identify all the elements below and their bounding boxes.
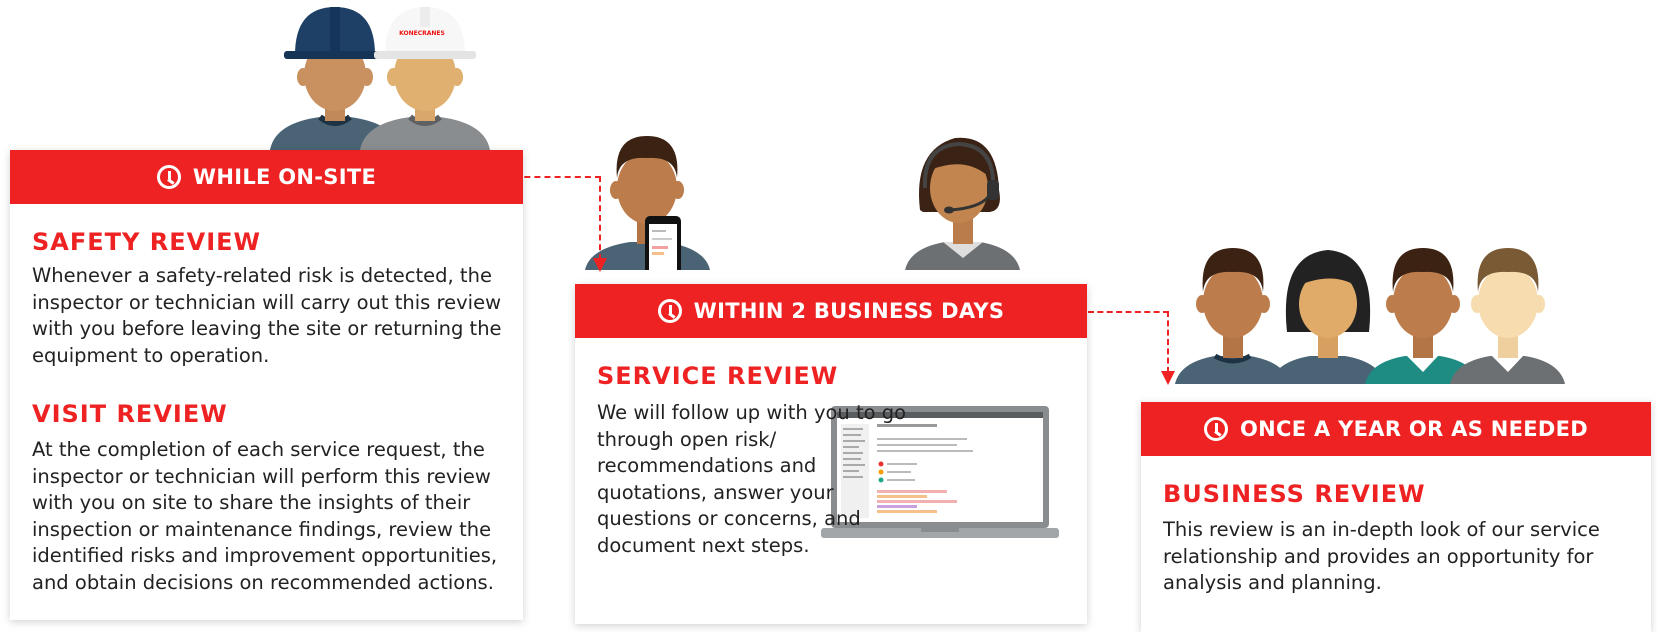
business-review-title: BUSINESS REVIEW bbox=[1163, 480, 1426, 508]
service-review-text: We will follow up with you to go through… bbox=[597, 400, 1077, 559]
clock-icon bbox=[657, 299, 682, 323]
annual-banner: ONCE A YEAR OR AS NEEDED bbox=[1141, 402, 1651, 456]
onsite-card: WHILE ON-SITE SAFETY REVIEW Whenever a s… bbox=[10, 150, 523, 620]
two-days-banner-label: WITHIN 2 BUSINESS DAYS bbox=[693, 299, 1005, 323]
remote-team-illustration bbox=[585, 136, 1020, 270]
clock-icon bbox=[1203, 417, 1228, 441]
visit-review-text: At the completion of each service reques… bbox=[32, 438, 498, 594]
connector-arrowhead-1 bbox=[593, 258, 607, 272]
two-days-banner: WITHIN 2 BUSINESS DAYS bbox=[575, 284, 1087, 338]
helmet-logo: KONECRANES bbox=[399, 30, 445, 37]
service-review-title: SERVICE REVIEW bbox=[597, 362, 839, 390]
business-review-text: This review is an in-depth look of our s… bbox=[1163, 518, 1600, 594]
connector-arrow-2 bbox=[1088, 311, 1169, 373]
onsite-banner-label: WHILE ON-SITE bbox=[192, 165, 377, 189]
onsite-banner: WHILE ON-SITE bbox=[10, 150, 523, 204]
safety-review-title: SAFETY REVIEW bbox=[32, 228, 261, 256]
annual-banner-label: ONCE A YEAR OR AS NEEDED bbox=[1239, 417, 1589, 441]
two-days-card: WITHIN 2 BUSINESS DAYS SERVICE REVIEW We… bbox=[575, 284, 1087, 624]
safety-review-text: Whenever a safety-related risk is detect… bbox=[32, 264, 502, 367]
connector-arrowhead-2 bbox=[1161, 371, 1175, 385]
annual-card: ONCE A YEAR OR AS NEEDED BUSINESS REVIEW… bbox=[1141, 402, 1651, 632]
onsite-workers-illustration bbox=[270, 7, 490, 150]
service-review-body: We will follow up with you to go through… bbox=[597, 401, 907, 557]
business-team-illustration bbox=[1175, 248, 1565, 384]
visit-review-title: VISIT REVIEW bbox=[32, 400, 228, 428]
clock-icon bbox=[156, 165, 181, 189]
